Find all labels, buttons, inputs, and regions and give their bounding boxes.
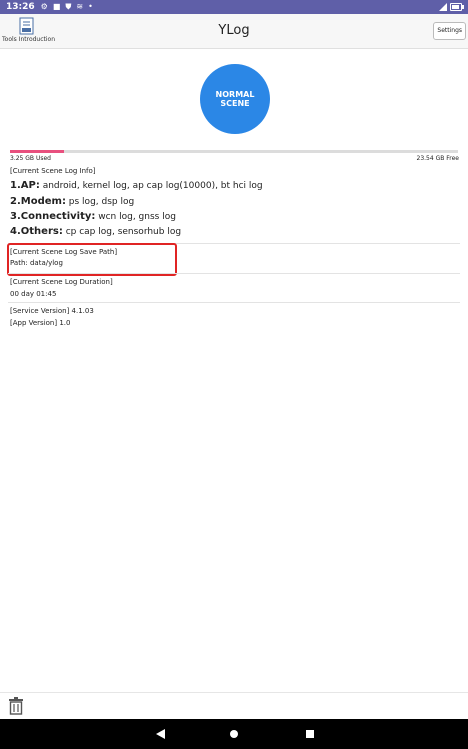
service-version: [Service Version] 4.1.03 bbox=[10, 307, 94, 315]
status-icons: ⚙ ■ ⛊ ≋ • bbox=[41, 0, 93, 14]
trash-icon[interactable] bbox=[8, 697, 24, 715]
scene-log-info-header: [Current Scene Log Info] bbox=[10, 167, 96, 175]
log-key: 2.Modem: bbox=[10, 196, 66, 207]
settings-button[interactable]: Settings bbox=[433, 22, 466, 40]
log-key: 3.Connectivity: bbox=[10, 211, 96, 222]
recents-icon[interactable] bbox=[306, 730, 314, 738]
log-value: android, kernel log, ap cap log(10000), … bbox=[39, 181, 263, 191]
log-key: 1.AP: bbox=[10, 180, 40, 191]
status-right bbox=[439, 3, 464, 11]
square-icon: ■ bbox=[52, 2, 61, 11]
save-path-header: [Current Scene Log Save Path] bbox=[10, 248, 118, 256]
log-value: wcn log, gnss log bbox=[95, 212, 176, 222]
divider bbox=[8, 302, 460, 303]
bottom-divider bbox=[0, 692, 468, 693]
status-time: 13:26 bbox=[6, 2, 35, 12]
log-line-others: 4.Others: cp cap log, sensorhub log bbox=[10, 226, 181, 237]
divider bbox=[8, 273, 460, 274]
shield-icon: ⛊ bbox=[65, 2, 72, 11]
log-value: ps log, dsp log bbox=[65, 197, 135, 207]
log-line-modem: 2.Modem: ps log, dsp log bbox=[10, 196, 134, 207]
wifi-icon: ≋ bbox=[76, 2, 84, 11]
duration-header: [Current Scene Log Duration] bbox=[10, 278, 113, 286]
home-icon[interactable] bbox=[230, 730, 238, 738]
app-version: [App Version] 1.0 bbox=[10, 319, 71, 327]
settings-icon: ⚙ bbox=[40, 2, 48, 11]
save-path-value: Path: data/ylog bbox=[10, 259, 63, 267]
storage-used: 3.25 GB Used bbox=[10, 155, 51, 162]
log-value: cp cap log, sensorhub log bbox=[62, 227, 182, 237]
scene-button[interactable]: NORMAL SCENE bbox=[200, 64, 270, 134]
storage-progress-bar bbox=[10, 150, 458, 153]
signal-icon bbox=[439, 3, 447, 11]
storage-progress-fill bbox=[10, 150, 64, 153]
duration-value: 00 day 01:45 bbox=[10, 290, 57, 298]
log-line-connectivity: 3.Connectivity: wcn log, gnss log bbox=[10, 211, 176, 222]
app-bar: Tools Introduction YLog Settings bbox=[0, 14, 468, 49]
app-title: YLog bbox=[218, 23, 250, 38]
back-icon[interactable] bbox=[156, 729, 165, 739]
log-line-ap: 1.AP: android, kernel log, ap cap log(10… bbox=[10, 180, 263, 191]
battery-icon bbox=[450, 3, 464, 11]
dot-icon: • bbox=[88, 2, 93, 11]
status-bar: 13:26 ⚙ ■ ⛊ ≋ • bbox=[0, 0, 468, 14]
storage-free: 23.54 GB Free bbox=[416, 155, 460, 162]
log-key: 4.Others: bbox=[10, 226, 63, 237]
navigation-bar bbox=[0, 719, 468, 749]
